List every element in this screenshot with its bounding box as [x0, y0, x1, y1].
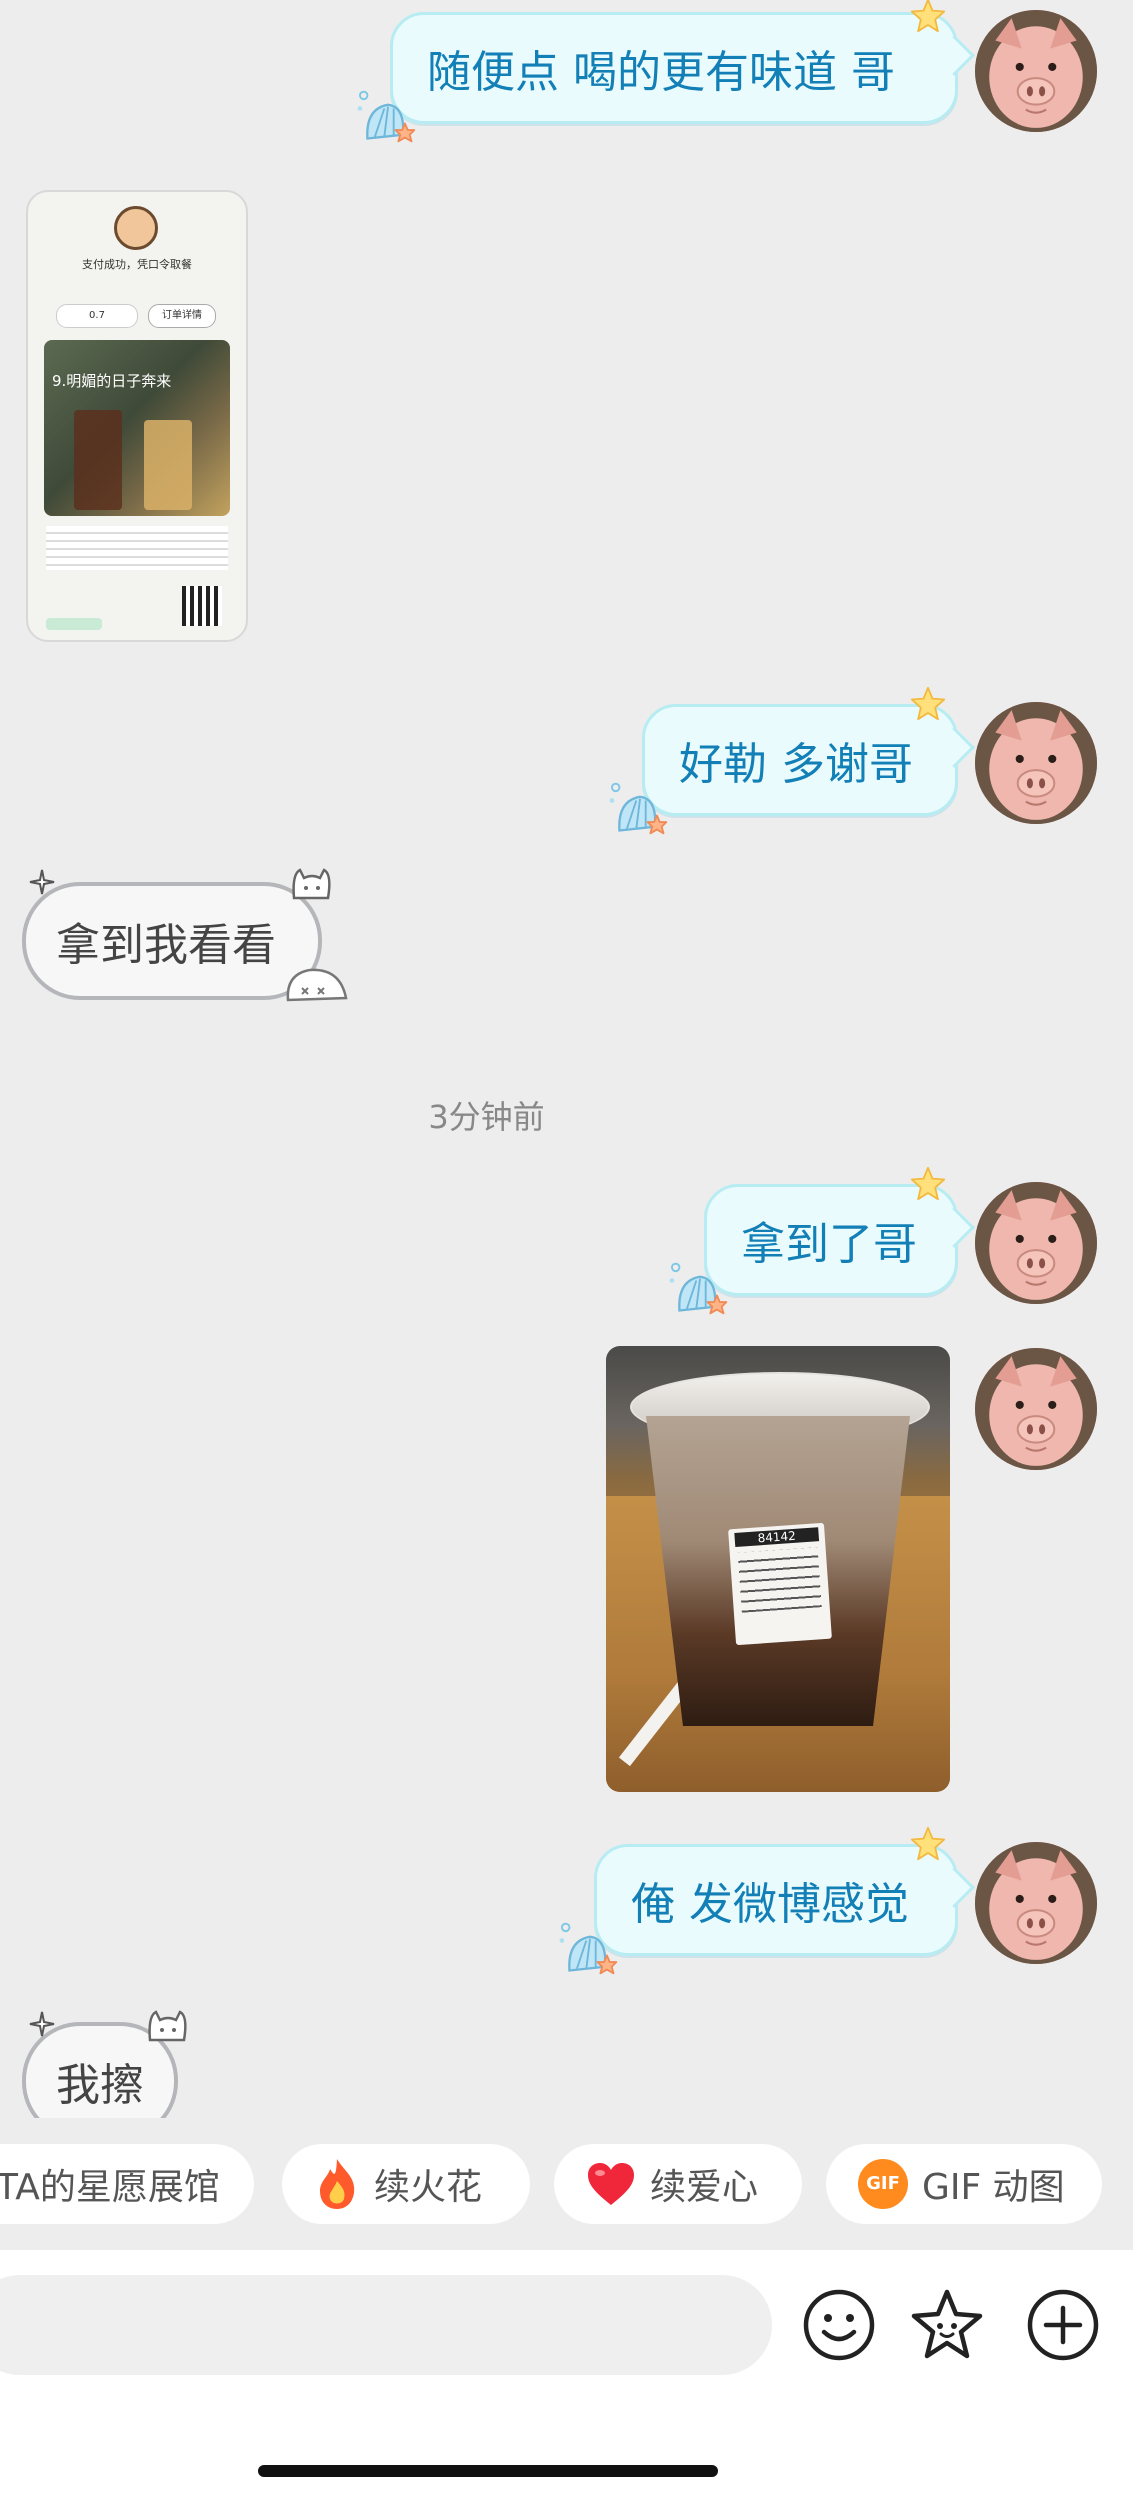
star-sticker-icon[interactable]	[908, 2286, 986, 2364]
message-input[interactable]	[0, 2275, 772, 2375]
star-decoration-icon	[910, 1826, 946, 1862]
bubble-tail	[933, 34, 976, 77]
star-decoration-icon	[910, 686, 946, 722]
message-text: 俺 发微博感觉	[631, 1879, 909, 1930]
screenshot-store-info	[46, 526, 228, 570]
sparkle-decoration-icon	[29, 2011, 55, 2037]
home-indicator[interactable]	[258, 2465, 718, 2477]
screenshot-profile-icon	[114, 206, 158, 250]
chip-label: GIF 动图	[922, 2167, 1065, 2208]
screenshot-order-button: 订单详情	[148, 304, 216, 328]
cat-doodle-icon	[292, 868, 331, 900]
spark-streak-chip[interactable]: 续火花	[282, 2144, 530, 2224]
message-input-bar	[0, 2250, 1133, 2503]
shared-screenshot-image[interactable]: 支付成功，凭口令取餐 0.7 订单详情 9.明媚的日子奔来	[26, 190, 248, 642]
screenshot-status-text: 支付成功，凭口令取餐	[82, 258, 192, 271]
plus-circle-icon[interactable]	[1024, 2286, 1102, 2364]
incoming-message-bubble[interactable]: 拿到我看看	[22, 882, 322, 1000]
incoming-message-clip: 我擦	[0, 2000, 400, 2118]
cat-doodle-icon	[148, 2010, 187, 2042]
heart-icon	[588, 2163, 634, 2205]
cup-label: 84142	[728, 1522, 832, 1646]
message-text: 我擦	[56, 2060, 144, 2111]
bubble-tail	[933, 726, 976, 769]
message-text: 拿到我看看	[56, 920, 276, 971]
sent-drink-photo[interactable]: 84142	[606, 1346, 950, 1792]
outgoing-message-bubble[interactable]: 俺 发微博感觉	[594, 1844, 976, 1956]
my-avatar[interactable]	[975, 1842, 1097, 1964]
sparkle-decoration-icon	[29, 869, 55, 895]
shell-decoration-icon	[608, 778, 674, 838]
message-text: 好勒 多谢哥	[679, 739, 913, 790]
my-avatar[interactable]	[975, 1182, 1097, 1304]
message-text: 随便点 喝的更有味道 哥	[427, 47, 895, 98]
screenshot-cup	[144, 420, 192, 510]
screenshot-qr-code	[182, 586, 222, 626]
chip-label: 续爱心	[650, 2167, 759, 2208]
screenshot-green-tag	[46, 618, 102, 630]
cat-sleeping-doodle-icon	[286, 968, 348, 1002]
fire-icon	[320, 2159, 355, 2209]
bubble-tail	[933, 1866, 976, 1909]
screenshot-points-value: 0.7	[89, 310, 105, 321]
screenshot-points-pill: 0.7	[56, 304, 138, 328]
shell-decoration-icon	[356, 86, 422, 146]
my-avatar[interactable]	[975, 10, 1097, 132]
smiley-icon[interactable]	[800, 2286, 878, 2364]
my-avatar[interactable]	[975, 702, 1097, 824]
cup-label-order-number: 84142	[734, 1527, 820, 1548]
shell-decoration-icon	[668, 1258, 734, 1318]
gif-chip[interactable]: GIF GIF 动图	[826, 2144, 1102, 2224]
bubble-tail	[933, 1206, 976, 1249]
gif-badge-icon: GIF	[858, 2159, 908, 2209]
cup-label-lines	[737, 1547, 822, 1613]
love-streak-chip[interactable]: 续爱心	[554, 2144, 802, 2224]
shell-decoration-icon	[558, 1918, 624, 1978]
star-decoration-icon	[910, 0, 946, 34]
screenshot-drink-photo: 9.明媚的日子奔来	[44, 340, 230, 516]
message-text: 拿到了哥	[741, 1219, 917, 1270]
message-timestamp: 3分钟前	[428, 1098, 545, 1136]
wish-gallery-chip[interactable]: TA的星愿展馆	[0, 2144, 254, 2224]
screenshot-cup	[74, 410, 122, 510]
my-avatar[interactable]	[975, 1348, 1097, 1470]
chip-label: 续火花	[374, 2167, 483, 2208]
chip-label: TA的星愿展馆	[0, 2167, 220, 2208]
outgoing-message-bubble[interactable]: 随便点 喝的更有味道 哥	[390, 12, 976, 124]
star-decoration-icon	[910, 1166, 946, 1202]
screenshot-slogan: 9.明媚的日子奔来	[52, 372, 172, 390]
